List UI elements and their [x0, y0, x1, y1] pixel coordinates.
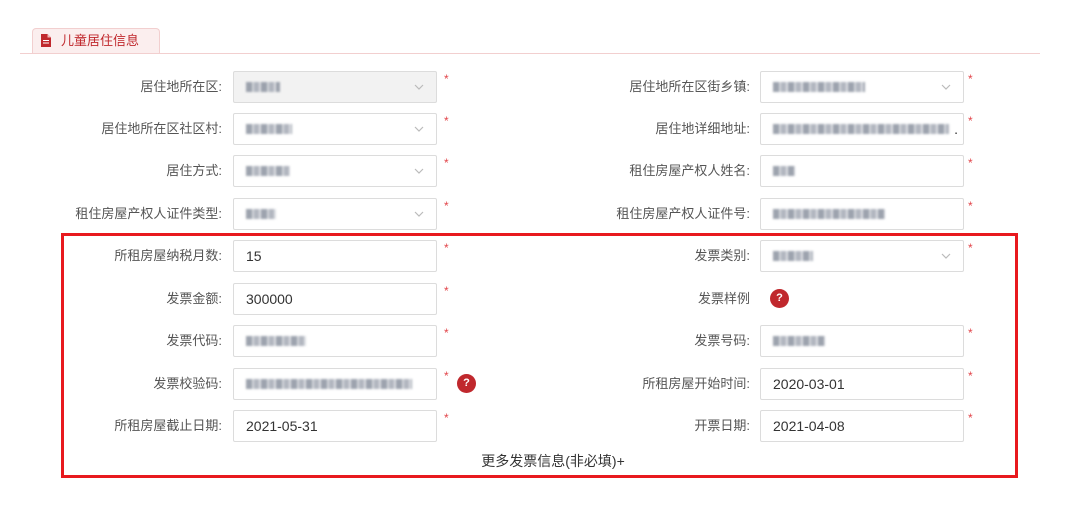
tax-months-label: 所租房屋纳税月数:: [114, 248, 222, 263]
tax-months-input[interactable]: 15: [233, 240, 437, 272]
invoice-amount-label: 发票金额:: [166, 291, 222, 306]
issue-date-input[interactable]: 2021-04-08: [760, 410, 964, 442]
required-mark: *: [968, 411, 973, 425]
street-value-blurred: [773, 82, 865, 92]
required-mark: *: [444, 114, 449, 128]
district-select[interactable]: [233, 71, 437, 103]
invoice-code-label: 发票代码:: [166, 333, 222, 348]
owner-name-value-blurred: [773, 166, 795, 176]
required-mark: *: [968, 241, 973, 255]
help-icon[interactable]: ?: [457, 374, 476, 393]
invoice-amount-value: 300000: [246, 291, 293, 307]
required-mark: *: [968, 156, 973, 170]
rent-start-label: 所租房屋开始时间:: [642, 376, 750, 391]
tab-underline: [20, 53, 1040, 54]
required-mark: *: [444, 369, 449, 383]
issue-date-label: 开票日期:: [694, 418, 750, 433]
rent-end-value: 2021-05-31: [246, 418, 318, 434]
owner-id-type-select[interactable]: [233, 198, 437, 230]
document-icon: [41, 34, 51, 47]
required-mark: *: [444, 284, 449, 298]
required-mark: *: [444, 411, 449, 425]
invoice-code-value-blurred: [246, 336, 306, 346]
owner-id-number-input[interactable]: [760, 198, 964, 230]
residence-mode-value-blurred: [246, 166, 290, 176]
required-mark: *: [968, 114, 973, 128]
address-value-blurred: [773, 124, 949, 134]
community-value-blurred: [246, 124, 292, 134]
owner-name-label: 租住房屋产权人姓名:: [629, 163, 750, 178]
check-code-label: 发票校验码:: [153, 376, 222, 391]
tab-child-residence-info[interactable]: 儿童居住信息: [32, 28, 160, 53]
chevron-down-icon: [941, 84, 951, 90]
invoice-amount-input[interactable]: 300000: [233, 283, 437, 315]
invoice-category-select[interactable]: [760, 240, 964, 272]
required-mark: *: [968, 199, 973, 213]
tab-title: 儿童居住信息: [61, 33, 140, 48]
check-code-input[interactable]: [233, 368, 437, 400]
chevron-down-icon: [414, 211, 424, 217]
district-value-blurred: [246, 82, 280, 92]
required-mark: *: [968, 369, 973, 383]
district-label: 居住地所在区:: [140, 79, 222, 94]
invoice-category-value-blurred: [773, 251, 813, 261]
child-residence-form-page: 儿童居住信息 居住地所在区: * 居住地所在区街乡镇: * 居住地所在区社区村:…: [0, 0, 1080, 507]
address-label: 居住地详细地址:: [655, 121, 750, 136]
invoice-code-input[interactable]: [233, 325, 437, 357]
invoice-sample-label: 发票样例: [697, 291, 750, 306]
community-label: 居住地所在区社区村:: [101, 121, 222, 136]
rent-start-input[interactable]: 2020-03-01: [760, 368, 964, 400]
chevron-down-icon: [941, 253, 951, 259]
invoice-number-input[interactable]: [760, 325, 964, 357]
chevron-down-icon: [414, 126, 424, 132]
required-mark: *: [444, 156, 449, 170]
address-value-tail: .: [954, 121, 958, 137]
rent-start-value: 2020-03-01: [773, 376, 845, 392]
owner-id-type-value-blurred: [246, 209, 276, 219]
required-mark: *: [444, 72, 449, 86]
community-select[interactable]: [233, 113, 437, 145]
street-select[interactable]: [760, 71, 964, 103]
required-mark: *: [444, 326, 449, 340]
owner-id-number-value-blurred: [773, 209, 885, 219]
required-mark: *: [968, 326, 973, 340]
invoice-number-value-blurred: [773, 336, 825, 346]
invoice-category-label: 发票类别:: [694, 248, 750, 263]
rent-end-label: 所租房屋截止日期:: [114, 418, 222, 433]
residence-mode-select[interactable]: [233, 155, 437, 187]
required-mark: *: [444, 241, 449, 255]
issue-date-value: 2021-04-08: [773, 418, 845, 434]
more-invoice-info-link[interactable]: 更多发票信息(非必填)+: [433, 451, 673, 471]
required-mark: *: [444, 199, 449, 213]
check-code-value-blurred: [246, 379, 412, 389]
required-mark: *: [968, 72, 973, 86]
invoice-number-label: 发票号码:: [694, 333, 750, 348]
chevron-down-icon: [414, 84, 424, 90]
residence-mode-label: 居住方式:: [166, 163, 222, 178]
street-label: 居住地所在区街乡镇:: [629, 79, 750, 94]
owner-id-number-label: 租住房屋产权人证件号:: [616, 206, 750, 221]
owner-name-input[interactable]: [760, 155, 964, 187]
address-input[interactable]: .: [760, 113, 964, 145]
help-icon[interactable]: ?: [770, 289, 789, 308]
tax-months-value: 15: [246, 248, 262, 264]
chevron-down-icon: [414, 168, 424, 174]
owner-id-type-label: 租住房屋产权人证件类型:: [75, 206, 222, 221]
rent-end-input[interactable]: 2021-05-31: [233, 410, 437, 442]
